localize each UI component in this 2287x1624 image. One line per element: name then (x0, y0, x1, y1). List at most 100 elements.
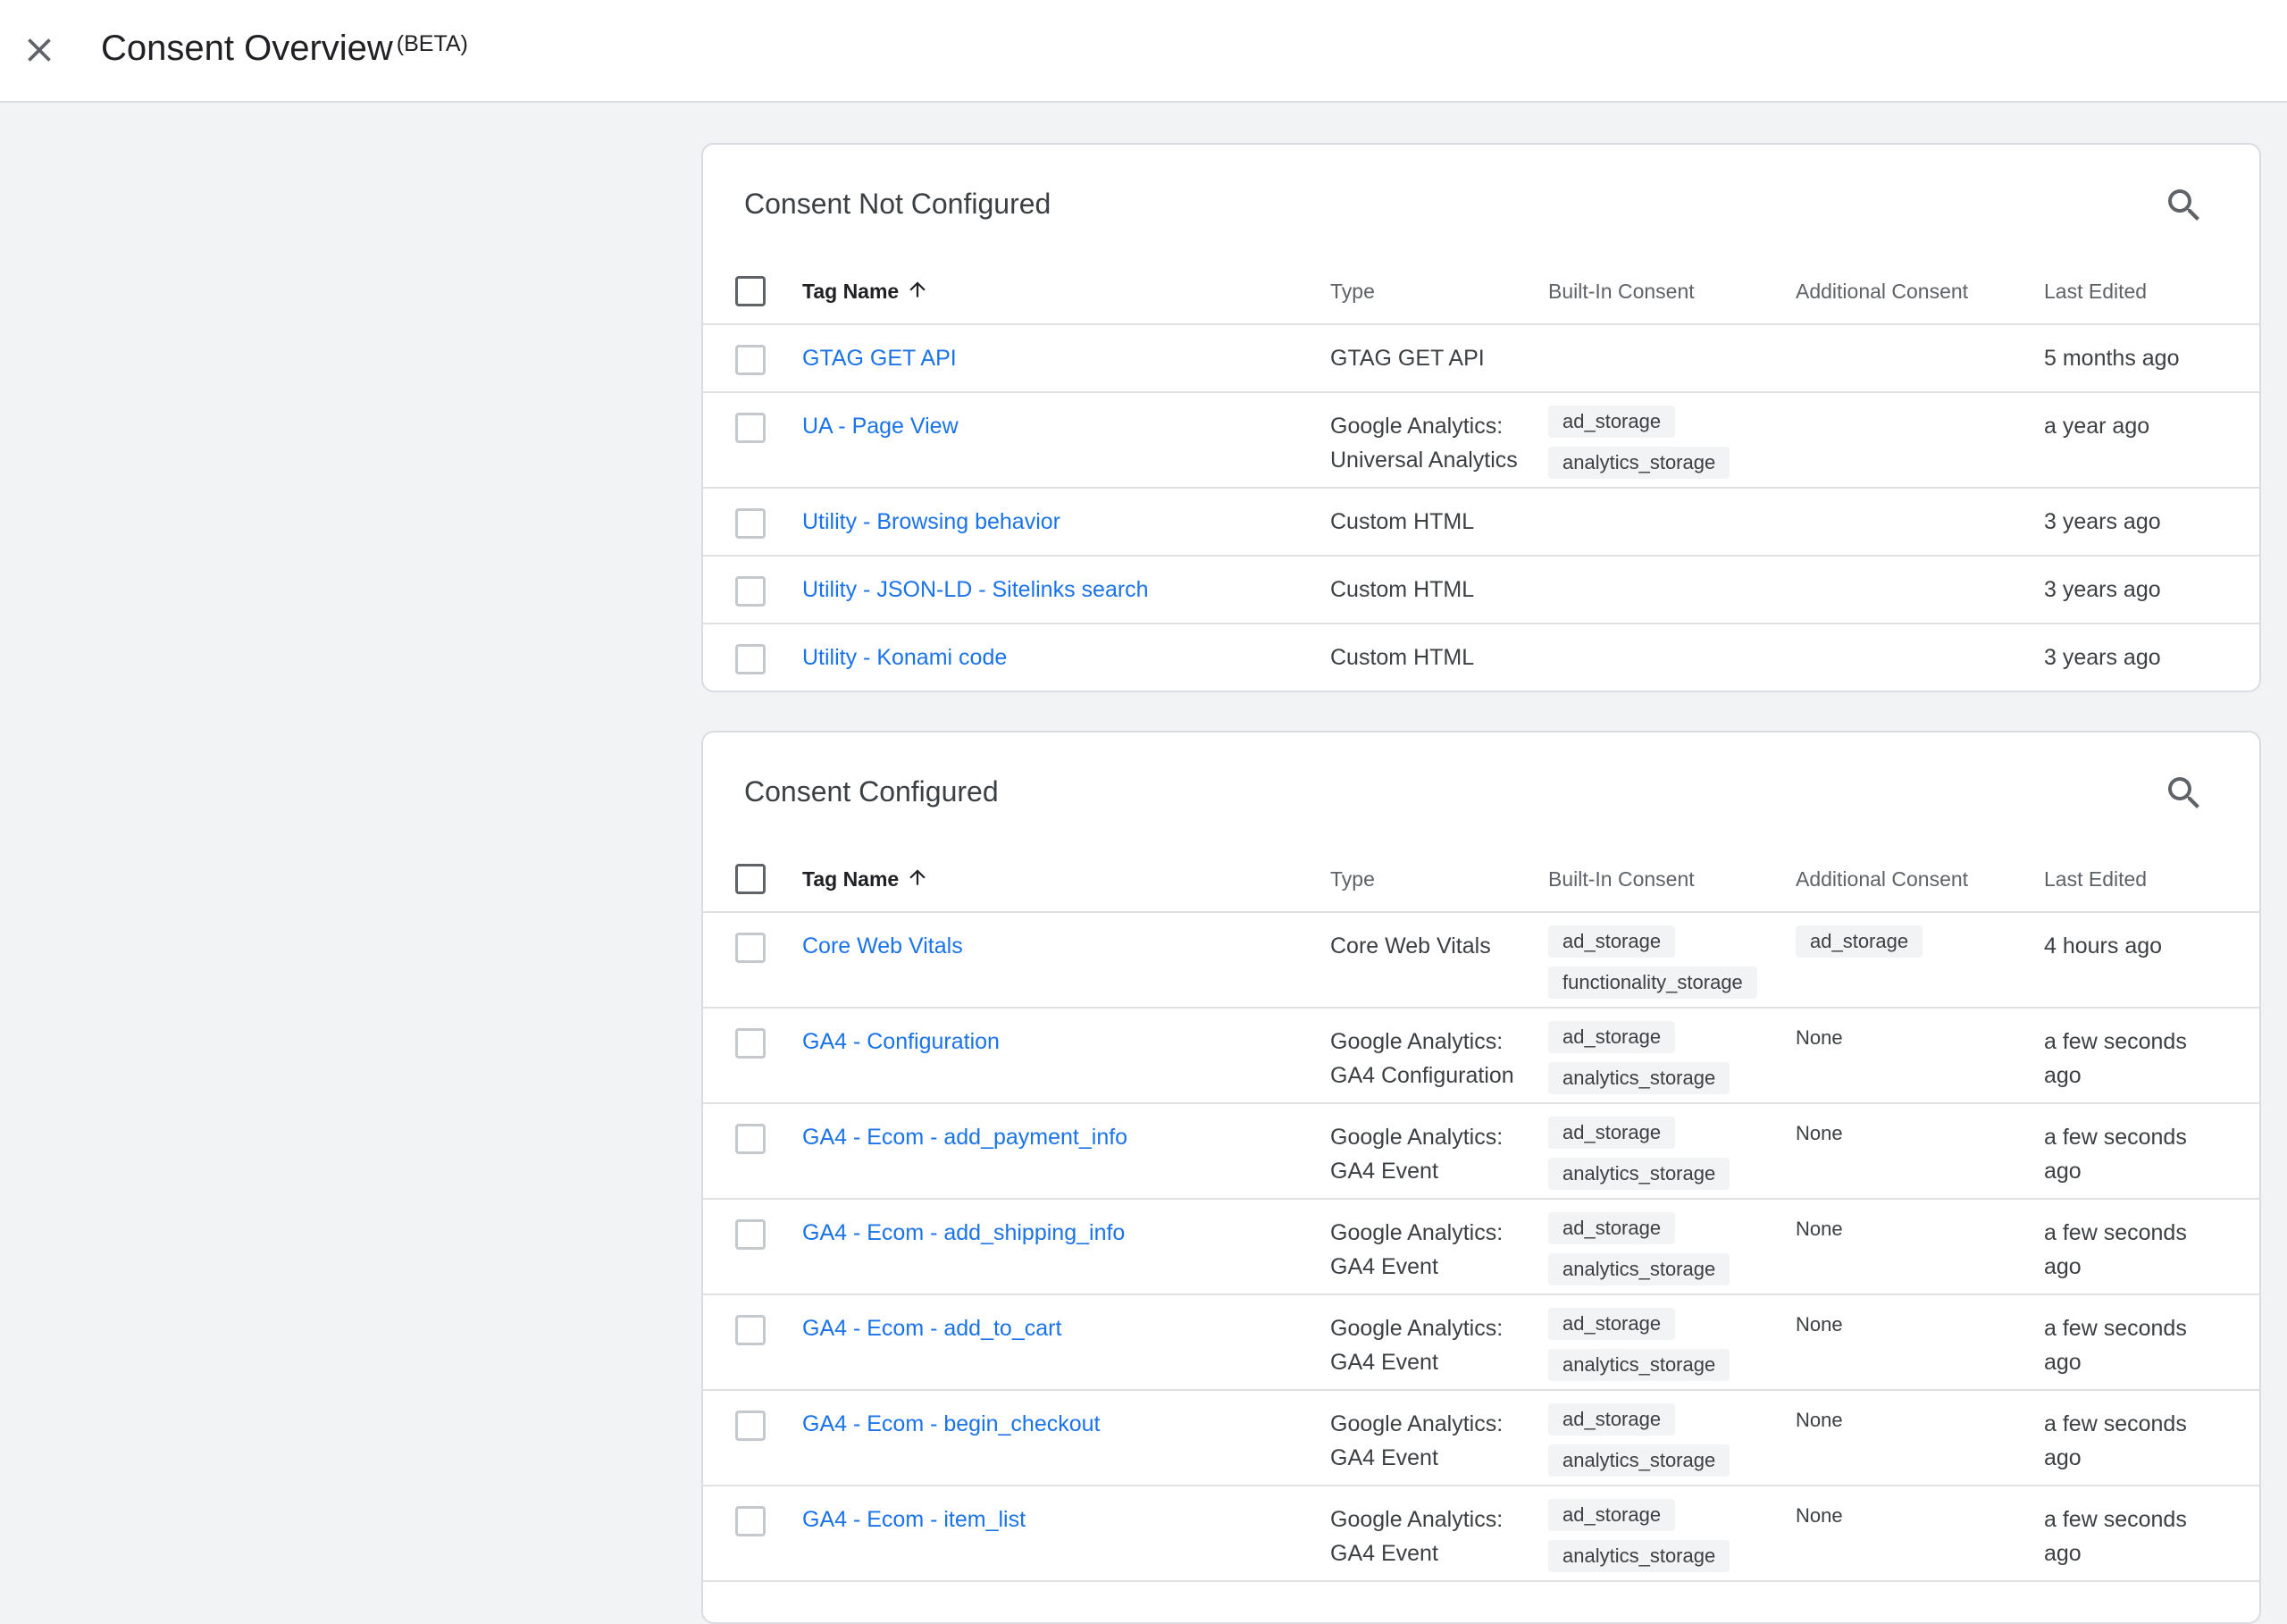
column-label: Tag Name (802, 280, 900, 303)
search-icon[interactable] (2163, 772, 2206, 815)
arrow-up-icon (909, 869, 926, 885)
search-icon[interactable] (2163, 184, 2206, 227)
arrow-up-icon (909, 281, 926, 297)
additional-consent-cell: None (1796, 1308, 1843, 1342)
select-all-checkbox[interactable] (735, 864, 766, 894)
last-edited: 3 years ago (2044, 577, 2161, 602)
select-all-checkbox[interactable] (735, 276, 766, 306)
table-row: GTAG GET API GTAG GET API 5 months ago (703, 325, 2259, 393)
tag-type: Google Analytics: Universal Analytics (1330, 414, 1518, 473)
consent-chip: analytics_storage (1548, 1253, 1730, 1285)
consent-chip: ad_storage (1796, 925, 1923, 958)
last-edited: a few seconds ago (2044, 1507, 2187, 1566)
tag-name-link[interactable]: Utility - Browsing behavior (802, 505, 1060, 539)
row-checkbox[interactable] (735, 508, 766, 539)
page-title: Consent Overview (BETA) (101, 29, 468, 69)
consent-chip: ad_storage (1548, 925, 1676, 958)
consent-chip: analytics_storage (1548, 447, 1730, 479)
consent-chip: analytics_storage (1548, 1540, 1730, 1572)
table-row: GA4 - Ecom - add_shipping_info Google Ana… (703, 1200, 2259, 1295)
row-checkbox[interactable] (735, 413, 766, 443)
additional-consent-none: None (1796, 1122, 1843, 1144)
tag-type: Google Analytics: GA4 Configuration (1330, 1029, 1514, 1088)
builtin-consent-cell: ad_storage analytics_storage (1548, 406, 1730, 488)
column-header-last-edited: Last Edited (2044, 280, 2148, 303)
row-checkbox[interactable] (735, 1315, 766, 1345)
table-header: Tag Name Type Built-In Consent Additiona… (703, 257, 2259, 325)
tag-name-link[interactable]: Utility - JSON-LD - Sitelinks search (802, 573, 1149, 607)
tag-name-link[interactable]: GA4 - Ecom - add_shipping_info (802, 1216, 1125, 1250)
builtin-consent-cell: ad_storage analytics_storage (1548, 1308, 1730, 1390)
consent-chip: ad_storage (1548, 1212, 1676, 1244)
builtin-consent-cell: ad_storage analytics_storage (1548, 1021, 1730, 1103)
tag-type: Core Web Vitals (1330, 933, 1491, 958)
tag-name-link[interactable]: UA - Page View (802, 409, 959, 443)
last-edited: 4 hours ago (2044, 933, 2163, 958)
row-checkbox[interactable] (735, 1028, 766, 1059)
table-row: Utility - Konami code Custom HTML 3 years … (703, 624, 2259, 691)
table-body: Core Web Vitals Core Web Vitals ad_storage… (703, 913, 2259, 1582)
table-row: Utility - Browsing behavior Custom HTML 3 … (703, 489, 2259, 557)
additional-consent-none: None (1796, 1218, 1843, 1240)
page-title-text: Consent Overview (101, 29, 393, 68)
tag-type: Google Analytics: GA4 Event (1330, 1316, 1504, 1375)
table-row: GA4 - Ecom - begin_checkout Google Analyt… (703, 1391, 2259, 1486)
additional-consent-cell: None (1796, 1403, 1843, 1437)
row-checkbox[interactable] (735, 576, 766, 607)
tag-name-link[interactable]: GA4 - Ecom - begin_checkout (802, 1407, 1101, 1441)
table-row: UA - Page View Google Analytics: Universa… (703, 393, 2259, 489)
row-checkbox[interactable] (735, 1124, 766, 1154)
column-header-type: Type (1330, 867, 1375, 891)
tag-name-link[interactable]: GA4 - Ecom - item_list (802, 1503, 1026, 1536)
additional-consent-none: None (1796, 1313, 1843, 1335)
tag-type: Google Analytics: GA4 Event (1330, 1125, 1504, 1184)
close-icon[interactable] (20, 30, 59, 70)
table-row: GA4 - Ecom - add_to_cart Google Analytics… (703, 1295, 2259, 1391)
builtin-consent-cell: ad_storage analytics_storage (1548, 1117, 1730, 1199)
last-edited: a few seconds ago (2044, 1125, 2187, 1184)
column-header-tag-name[interactable]: Tag Name (802, 257, 929, 325)
additional-consent-cell: None (1796, 1499, 1843, 1533)
consent-chip: analytics_storage (1548, 1062, 1730, 1094)
builtin-consent-cell: ad_storage analytics_storage (1548, 1403, 1730, 1486)
row-checkbox[interactable] (735, 933, 766, 963)
tag-name-link[interactable]: Utility - Konami code (802, 640, 1007, 674)
last-edited: a few seconds ago (2044, 1411, 2187, 1470)
additional-consent-none: None (1796, 1409, 1843, 1431)
row-checkbox[interactable] (735, 644, 766, 674)
tag-name-link[interactable]: Core Web Vitals (802, 929, 963, 963)
consent-not-configured-card: Consent Not Configured Tag Name Type Bui… (701, 143, 2261, 692)
consent-chip: functionality_storage (1548, 967, 1757, 999)
row-checkbox[interactable] (735, 1506, 766, 1536)
table-row: GA4 - Ecom - item_list Google Analytics: … (703, 1486, 2259, 1582)
tag-type: GTAG GET API (1330, 346, 1485, 371)
tag-type: Custom HTML (1330, 645, 1475, 670)
row-checkbox[interactable] (735, 1411, 766, 1441)
column-header-tag-name[interactable]: Tag Name (802, 845, 929, 913)
tag-type: Custom HTML (1330, 577, 1475, 602)
tag-name-link[interactable]: GA4 - Configuration (802, 1025, 1000, 1059)
consent-chip: analytics_storage (1548, 1349, 1730, 1381)
consent-configured-card: Consent Configured Tag Name Type Built-I… (701, 731, 2261, 1624)
last-edited: 5 months ago (2044, 346, 2180, 371)
row-checkbox[interactable] (735, 345, 766, 375)
row-checkbox[interactable] (735, 1219, 766, 1250)
column-header-last-edited: Last Edited (2044, 867, 2148, 891)
consent-chip: ad_storage (1548, 1308, 1676, 1340)
tag-type: Google Analytics: GA4 Event (1330, 1220, 1504, 1279)
table-row: GA4 - Configuration Google Analytics: GA4… (703, 1009, 2259, 1104)
tag-type: Google Analytics: GA4 Event (1330, 1507, 1504, 1566)
tag-name-link[interactable]: GA4 - Ecom - add_to_cart (802, 1311, 1061, 1345)
column-header-builtin-consent: Built-In Consent (1548, 280, 1695, 303)
tag-name-link[interactable]: GA4 - Ecom - add_payment_info (802, 1120, 1127, 1154)
builtin-consent-cell: ad_storage analytics_storage (1548, 1499, 1730, 1581)
additional-consent-none: None (1796, 1026, 1843, 1049)
table-header: Tag Name Type Built-In Consent Additiona… (703, 845, 2259, 913)
tag-name-link[interactable]: GTAG GET API (802, 341, 957, 375)
consent-chip: ad_storage (1548, 1499, 1676, 1531)
builtin-consent-cell: ad_storage functionality_storage (1548, 925, 1757, 1008)
table-row: GA4 - Ecom - add_payment_info Google Anal… (703, 1104, 2259, 1200)
last-edited: 3 years ago (2044, 509, 2161, 534)
consent-chip: analytics_storage (1548, 1158, 1730, 1190)
table-body: GTAG GET API GTAG GET API 5 months ago UA -… (703, 325, 2259, 691)
